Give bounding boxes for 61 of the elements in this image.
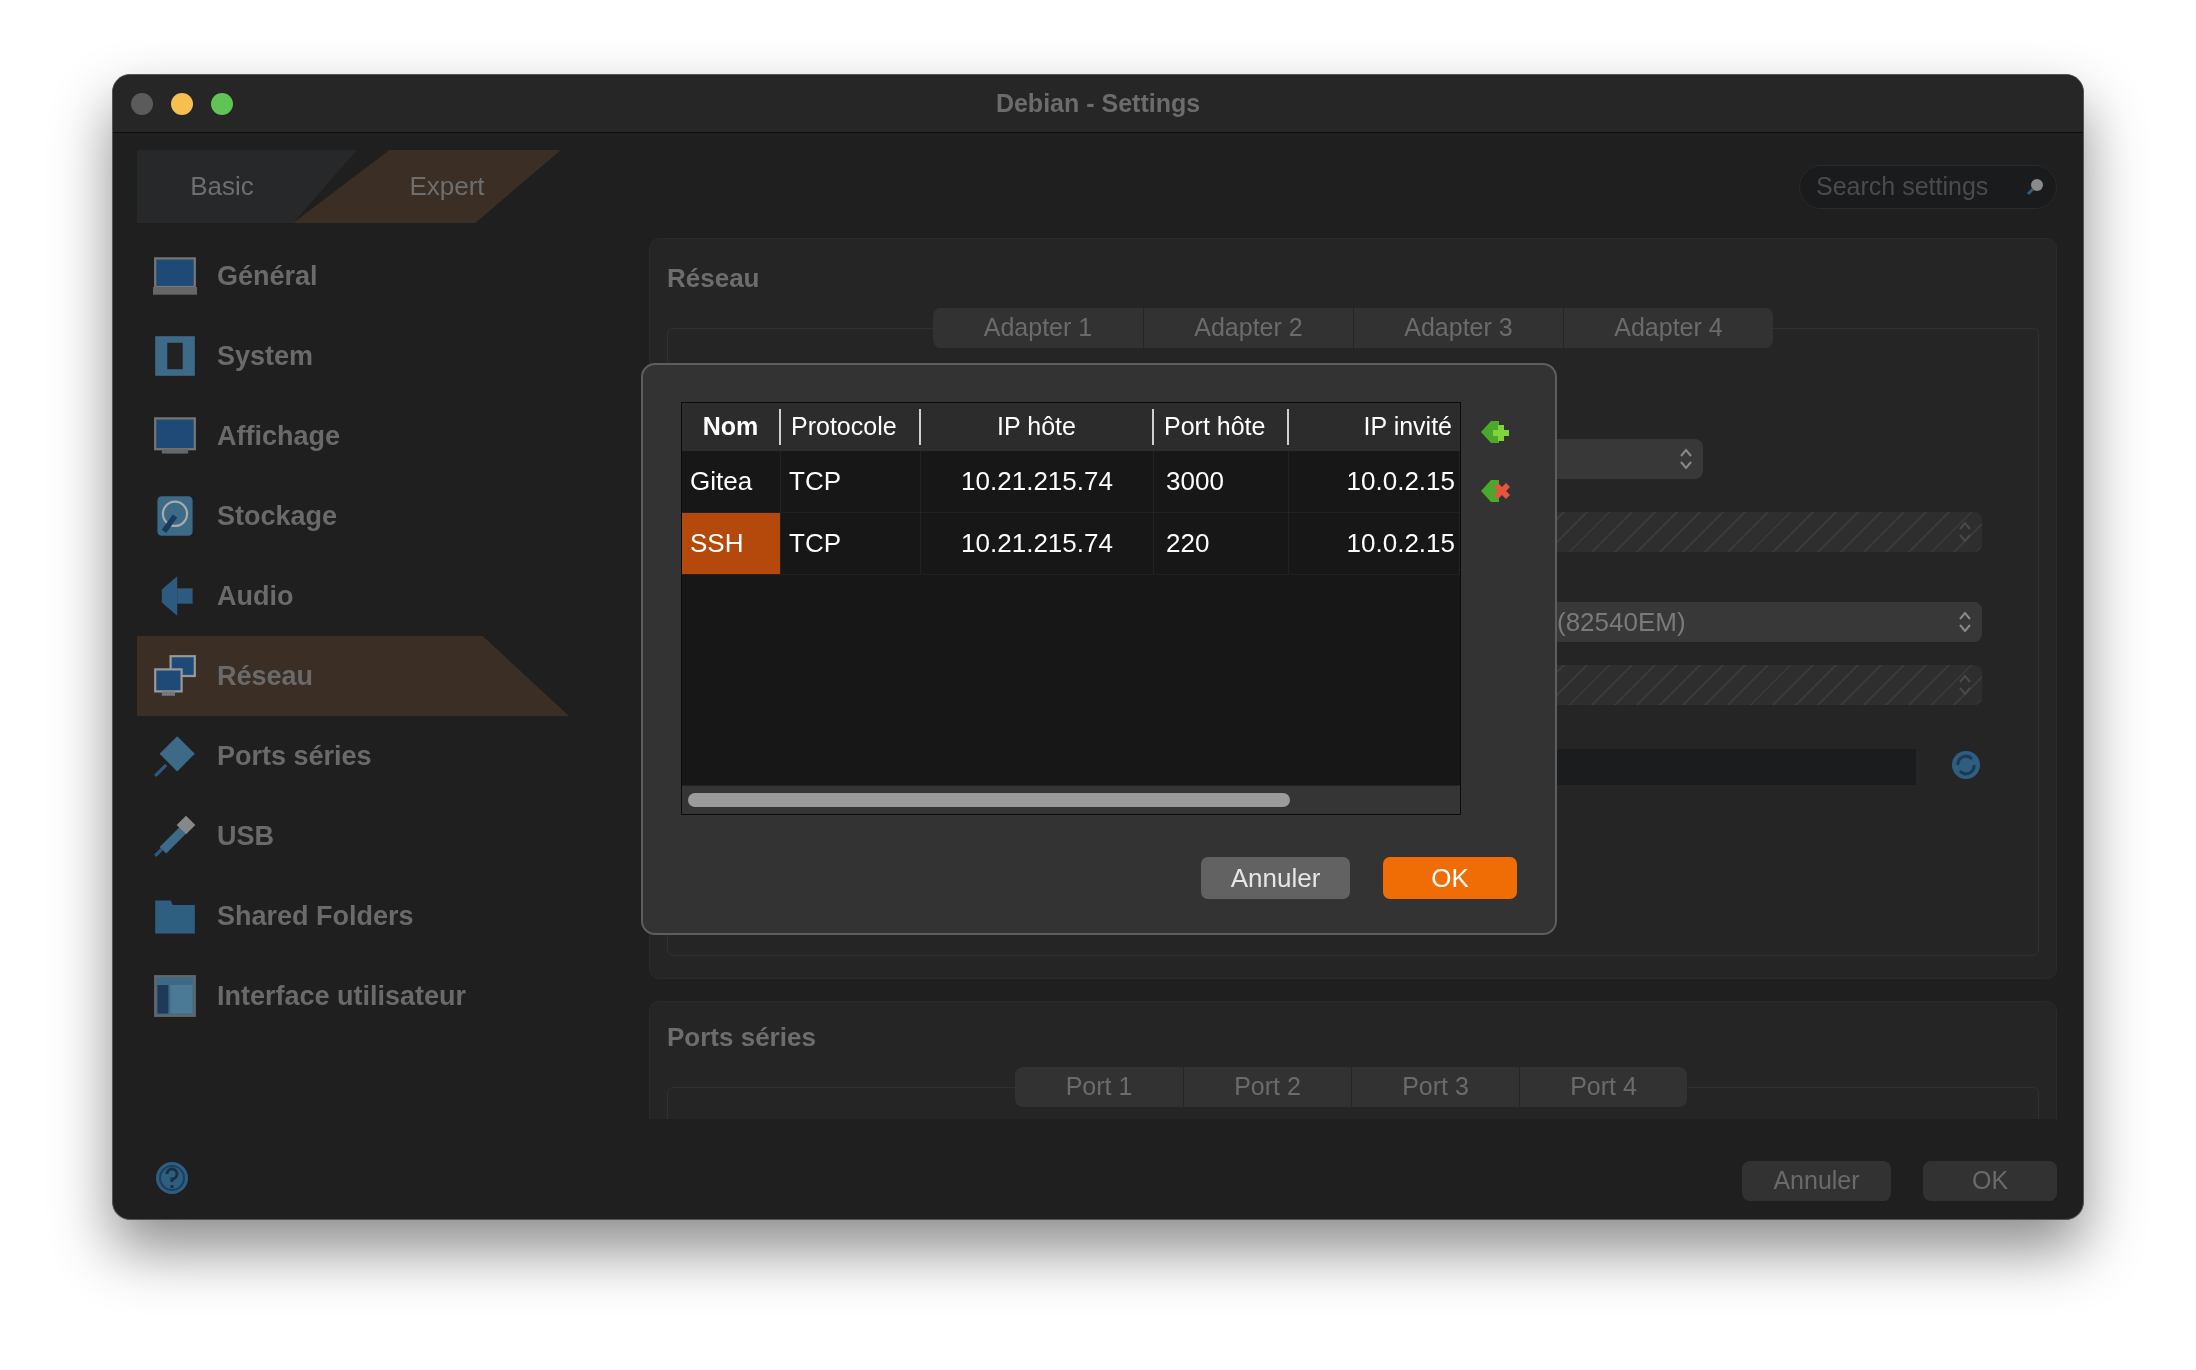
- cancel-button[interactable]: Annuler: [1201, 857, 1350, 899]
- column-header[interactable]: Port hôte: [1154, 403, 1289, 451]
- cancel-button[interactable]: Annuler: [1742, 1161, 1891, 1201]
- adapter-tab[interactable]: Adapter 4: [1563, 308, 1773, 348]
- sidebar-item[interactable]: Shared Folders: [137, 876, 569, 956]
- mode-tab[interactable]: Basic: [137, 150, 357, 223]
- ok-button[interactable]: OK: [1383, 857, 1517, 899]
- port-tab[interactable]: Port 1: [1015, 1067, 1183, 1107]
- table-cell: TCP: [781, 451, 921, 512]
- chevron-icon: [1958, 610, 1972, 634]
- section-title: Ports séries: [667, 1021, 817, 1054]
- table-cell: SSH: [682, 513, 781, 574]
- column-header[interactable]: IP invité: [1289, 403, 1460, 451]
- horizontal-scrollbar[interactable]: [682, 785, 1460, 814]
- table-row[interactable]: Gitea TCP 10.21.215.74 3000 10.0.2.15: [682, 451, 1460, 513]
- table-cell: 10.21.215.74: [921, 451, 1154, 512]
- zoom-button[interactable]: [211, 92, 233, 115]
- column-header[interactable]: Nom: [682, 403, 781, 451]
- category-icon: [153, 814, 197, 858]
- sidebar-item[interactable]: Général: [137, 236, 569, 316]
- column-header[interactable]: Protocole: [781, 403, 921, 451]
- sidebar-item[interactable]: Interface utilisateur: [137, 956, 569, 1036]
- table-cell: 3000: [1154, 451, 1289, 512]
- category-icon: [153, 654, 197, 698]
- close-button[interactable]: [131, 92, 153, 115]
- chevron-icon: [1958, 673, 1972, 697]
- search-icon: [2026, 178, 2044, 196]
- column-header[interactable]: IP hôte: [921, 403, 1154, 451]
- chevron-icon: [1958, 520, 1972, 544]
- ok-button[interactable]: OK: [1923, 1161, 2057, 1201]
- adapter-tab[interactable]: Adapter 1: [933, 308, 1143, 348]
- chevron-icon: [1679, 447, 1693, 471]
- window-title: Debian - Settings: [995, 87, 1201, 119]
- sidebar-item[interactable]: Affichage: [137, 396, 569, 476]
- table-row[interactable]: SSH TCP 10.21.215.74 220 10.0.2.15: [682, 513, 1460, 575]
- scrollbar-thumb[interactable]: [688, 793, 1290, 807]
- table-cell: Gitea: [682, 451, 781, 512]
- sidebar-item[interactable]: Stockage: [137, 476, 569, 556]
- adapter-tab[interactable]: Adapter 3: [1353, 308, 1563, 348]
- category-icon: [153, 734, 197, 778]
- table-cell: 220: [1154, 513, 1289, 574]
- sidebar-item[interactable]: Audio: [137, 556, 569, 636]
- sidebar-item[interactable]: Réseau: [137, 636, 569, 716]
- table-cell: TCP: [781, 513, 921, 574]
- minimize-button[interactable]: [171, 92, 193, 115]
- table-cell: 10.21.215.74: [921, 513, 1154, 574]
- sidebar-item[interactable]: USB: [137, 796, 569, 876]
- table-cell: 10.0.2.15: [1289, 451, 1460, 512]
- port-tab[interactable]: Port 2: [1183, 1067, 1351, 1107]
- table-cell: 10.0.2.15: [1289, 513, 1460, 574]
- port-tab[interactable]: Port 4: [1519, 1067, 1687, 1107]
- sidebar-item[interactable]: Ports séries: [137, 716, 569, 796]
- section-title: Réseau: [667, 262, 761, 295]
- category-icon: [153, 254, 197, 298]
- adapter-tab[interactable]: Adapter 2: [1143, 308, 1353, 348]
- help-icon[interactable]: [155, 1161, 189, 1195]
- port-tab[interactable]: Port 3: [1351, 1067, 1519, 1107]
- category-icon: [153, 974, 197, 1018]
- category-icon: [153, 334, 197, 378]
- refresh-icon[interactable]: [1950, 749, 1982, 781]
- sidebar-item[interactable]: System: [137, 316, 569, 396]
